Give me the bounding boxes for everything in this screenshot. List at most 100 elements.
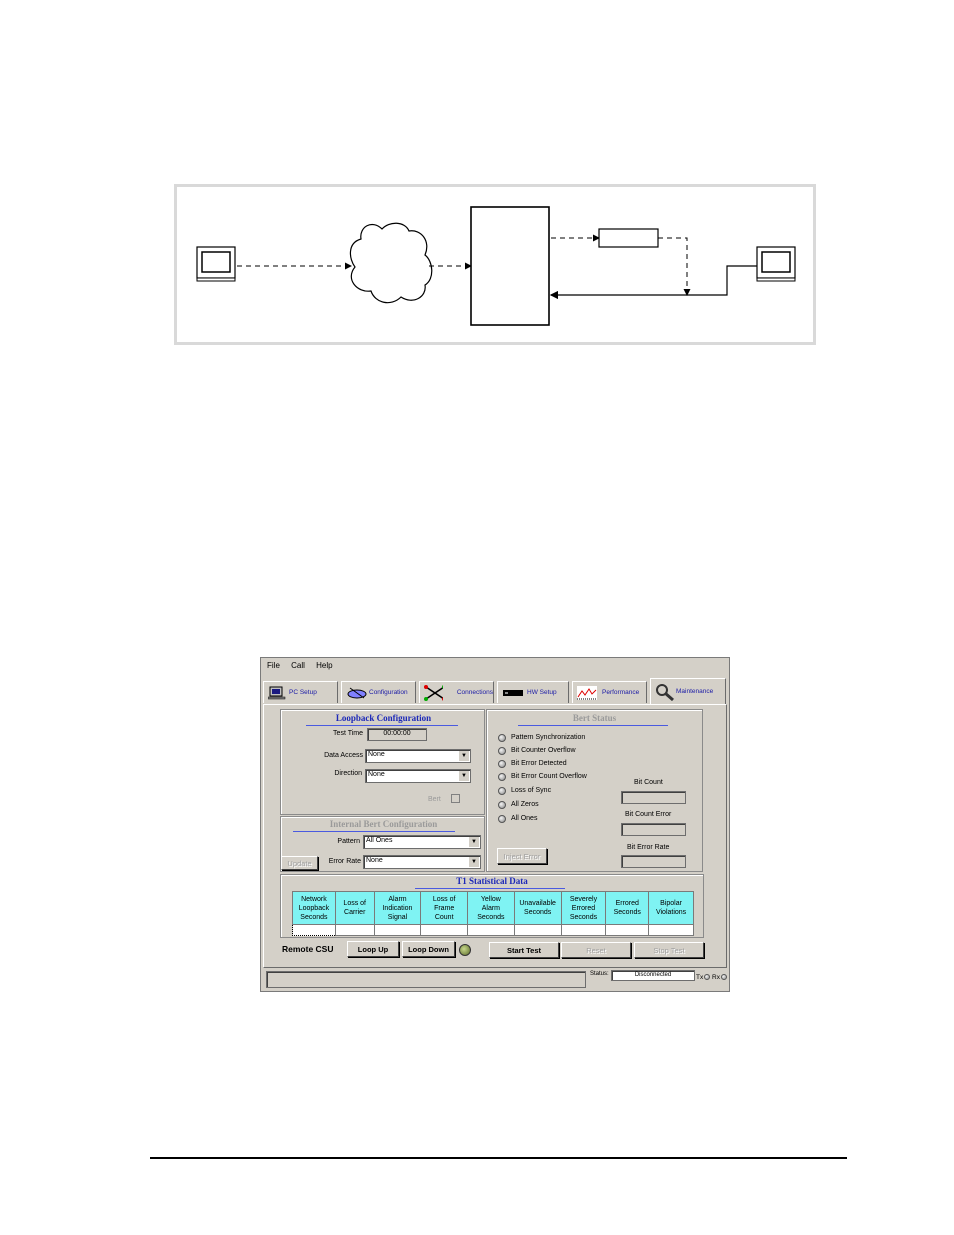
data-access-select[interactable]: None ▼: [365, 749, 471, 763]
direction-select[interactable]: None ▼: [365, 769, 471, 783]
tab-configuration[interactable]: Configuration: [341, 681, 416, 703]
status-led: [498, 815, 506, 823]
bit-error-rate-field: [621, 855, 686, 868]
status-led: [498, 760, 506, 768]
t1-cell: [467, 924, 515, 936]
tab-hw-setup[interactable]: HW Setup: [497, 681, 569, 703]
error-rate-select[interactable]: None ▼: [363, 855, 481, 869]
left-terminal-icon: [196, 246, 236, 282]
network-cloud-icon: [349, 222, 433, 304]
tx-led: [704, 974, 710, 980]
status-item: All Zeros: [511, 801, 539, 808]
footer-rule: [150, 1157, 847, 1159]
tab-connections[interactable]: Connections: [419, 681, 494, 703]
internal-bert-title: Internal Bert Configuration: [329, 819, 438, 829]
tab-maintenance[interactable]: Maintenance: [650, 678, 726, 704]
tab-label: Connections: [456, 689, 493, 696]
loopback-title: Loopback Configuration: [335, 713, 432, 723]
status-item: Loss of Sync: [511, 787, 552, 794]
test-time-field: 00:00:00: [367, 728, 427, 741]
bit-count-error-field: [621, 823, 686, 836]
t1-cell: [513, 924, 562, 936]
connection-status-field: Disconnected: [611, 970, 695, 981]
status-item: Pattern Synchronization: [511, 734, 586, 741]
bit-count-label: Bit Count: [634, 779, 663, 786]
menu-call[interactable]: Call: [291, 661, 305, 670]
status-label: Status:: [590, 971, 609, 977]
chevron-down-icon[interactable]: ▼: [458, 751, 469, 761]
bert-label: Bert: [428, 796, 441, 803]
reset-button[interactable]: Reset: [561, 942, 631, 958]
menu-help[interactable]: Help: [316, 661, 332, 670]
bit-error-rate-label: Bit Error Rate: [627, 844, 670, 851]
graph-icon: [577, 685, 597, 700]
inject-error-button[interactable]: Inject Error: [497, 848, 547, 864]
tab-label: Maintenance: [676, 688, 714, 695]
rx-led: [721, 974, 727, 980]
direction-label: Direction: [334, 770, 362, 777]
t1-cell: [648, 924, 694, 936]
col-errored-seconds: Errored Seconds: [605, 891, 650, 925]
t1-cell: [292, 924, 336, 936]
col-yellow-alarm-seconds: Yellow Alarm Seconds: [467, 891, 515, 925]
status-item: Bit Counter Overflow: [511, 747, 576, 754]
tab-pc-setup[interactable]: PC Setup: [263, 681, 338, 703]
t1-header-row: Network Loopback Seconds Loss of Carrier Al…: [292, 891, 694, 925]
wrench-icon: [656, 683, 674, 701]
status-led: [498, 787, 506, 795]
bit-count-error-label: Bit Count Error: [625, 811, 672, 818]
loop-down-button[interactable]: Loop Down: [402, 941, 455, 957]
t1-cell: [334, 924, 375, 936]
loop-up-button[interactable]: Loop Up: [347, 941, 399, 957]
status-message-field: [266, 971, 586, 988]
csu-device-box: [470, 206, 550, 326]
rx-label: Rx: [712, 974, 720, 981]
tx-label: Tx: [696, 974, 704, 981]
test-box: [598, 228, 659, 248]
network-diagram: [174, 184, 816, 345]
status-led: [498, 773, 506, 781]
col-unavailable-seconds: Unavailable Seconds: [513, 891, 562, 925]
data-access-label: Data Access: [324, 752, 363, 759]
tab-performance[interactable]: Performance: [572, 681, 647, 703]
loopback-title-underline: [306, 725, 458, 726]
terminal-to-device-link: [549, 265, 757, 300]
t1-value-row: [292, 924, 694, 936]
diagram-svg: [196, 206, 796, 326]
cross-arrows-icon: [424, 684, 443, 701]
menu-bar: File Call Help: [267, 661, 342, 670]
col-alarm-indication-signal: Alarm Indication Signal: [373, 891, 422, 925]
tab-label: Configuration: [369, 689, 408, 696]
menu-file[interactable]: File: [267, 661, 280, 670]
bert-status-title-underline: [518, 725, 668, 726]
col-bipolar-violations: Bipolar Violations: [648, 891, 694, 925]
bert-status-title: Bert Status: [572, 713, 617, 723]
col-loss-of-frame-count: Loss of Frame Count: [420, 891, 468, 925]
pattern-select[interactable]: All Ones ▼: [363, 835, 481, 849]
error-rate-label: Error Rate: [328, 858, 361, 865]
direction-value: None: [368, 771, 385, 778]
maintenance-window: File Call Help PC Setup Configuration Co…: [260, 657, 730, 992]
chevron-down-icon[interactable]: ▼: [468, 837, 479, 847]
start-test-button[interactable]: Start Test: [489, 942, 559, 958]
right-terminal-icon: [756, 246, 796, 282]
loop-status-led: [459, 944, 471, 956]
hardware-icon: [503, 689, 523, 696]
t1-title: T1 Statistical Data: [456, 876, 528, 886]
data-access-value: None: [368, 751, 385, 758]
col-severely-errored-seconds: Severely Errored Seconds: [560, 891, 607, 925]
t1-cell: [373, 924, 422, 936]
bert-checkbox[interactable]: [451, 794, 460, 803]
update-button[interactable]: Update: [281, 856, 318, 870]
chevron-down-icon[interactable]: ▼: [468, 857, 479, 867]
status-item: All Ones: [511, 815, 538, 822]
tab-label: HW Setup: [527, 689, 557, 696]
status-led: [498, 801, 506, 809]
stop-test-button[interactable]: Stop Test: [634, 942, 704, 958]
col-loss-of-carrier: Loss of Carrier: [334, 891, 375, 925]
t1-cell: [420, 924, 468, 936]
tester-return-link: [658, 237, 691, 296]
t1-cell: [560, 924, 607, 936]
test-time-label: Test Time: [333, 730, 363, 737]
chevron-down-icon[interactable]: ▼: [458, 771, 469, 781]
